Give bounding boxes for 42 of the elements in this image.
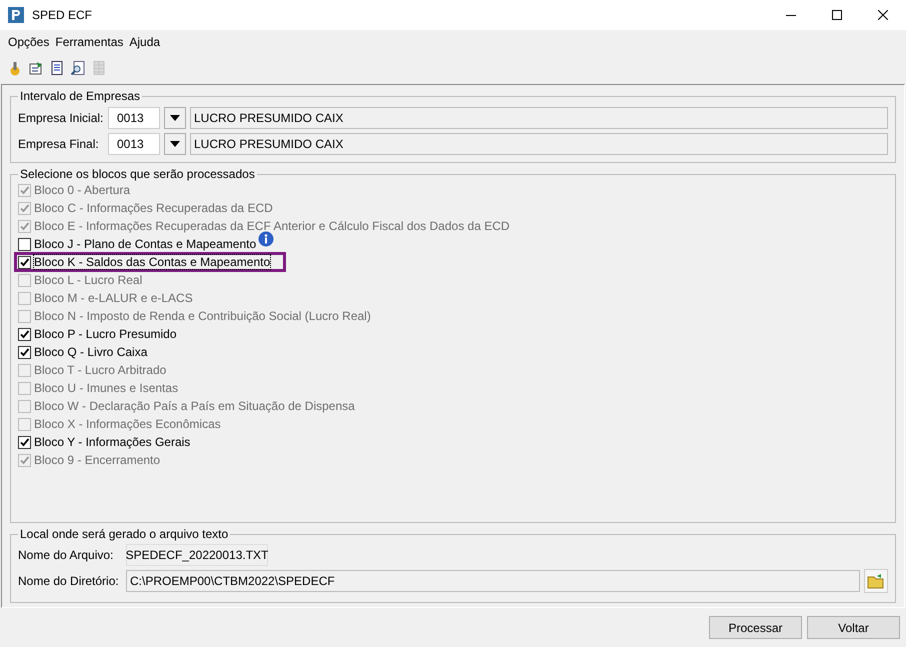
block-checkbox[interactable]: Bloco Y - Informações Gerais xyxy=(18,435,190,449)
action-button[interactable]: Processar xyxy=(709,616,802,639)
folder-button[interactable] xyxy=(864,569,888,593)
magnifier-icon[interactable] xyxy=(69,58,87,78)
menu-item[interactable]: Ferramentas xyxy=(55,35,124,49)
field-label: Nome do Diretório: xyxy=(18,574,120,588)
action-button[interactable]: Voltar xyxy=(807,616,900,639)
close-icon xyxy=(878,10,888,20)
caret-icon xyxy=(170,141,180,147)
checkmark-icon xyxy=(19,256,30,268)
directory-field[interactable]: C:\PROEMP00\CTBM2022\SPEDECF xyxy=(126,570,860,592)
menu-item[interactable]: Ajuda xyxy=(129,35,160,49)
menu-item[interactable]: Opções xyxy=(8,35,50,49)
checkmark-icon xyxy=(19,220,30,232)
group-title: Intervalo de Empresas xyxy=(19,89,142,103)
block-checkbox[interactable]: Bloco Q - Livro Caixa xyxy=(18,345,148,359)
block-checkbox[interactable]: Bloco K - Saldos das Contas e Mapeamento xyxy=(18,255,270,269)
dropdown-button[interactable] xyxy=(164,133,186,155)
field-label: Empresa Inicial: xyxy=(18,111,104,125)
company-code-field[interactable]: 0013 xyxy=(108,107,160,129)
checkmark-icon xyxy=(19,184,30,196)
checkmark-icon xyxy=(19,202,30,214)
caret-icon xyxy=(170,115,180,121)
app-logo-icon xyxy=(8,7,24,23)
checkmark-icon xyxy=(19,454,30,466)
window-title: SPED ECF xyxy=(32,8,92,22)
maximize-icon xyxy=(832,10,842,20)
field-label: Nome do Arquivo: xyxy=(18,548,114,562)
checkmark-icon xyxy=(19,328,30,340)
field-label: Empresa Final: xyxy=(18,137,100,151)
file-name-field: SPEDECF_20220013.TXT xyxy=(126,544,268,566)
folder-icon xyxy=(867,573,885,589)
group-title: Selecione os blocos que serão processados xyxy=(19,167,256,181)
company-code-field[interactable]: 0013 xyxy=(108,133,160,155)
checkmark-icon xyxy=(19,346,30,358)
block-checkbox[interactable]: Bloco P - Lucro Presumido xyxy=(18,327,177,341)
company-name-field: LUCRO PRESUMIDO CAIX xyxy=(190,107,888,129)
block-checkbox[interactable]: Bloco J - Plano de Contas e Mapeamento xyxy=(18,237,256,251)
company-name-field: LUCRO PRESUMIDO CAIX xyxy=(190,133,888,155)
checkmark-icon xyxy=(19,436,30,448)
group-title: Local onde será gerado o arquivo texto xyxy=(19,527,230,541)
dropdown-button[interactable] xyxy=(164,107,186,129)
